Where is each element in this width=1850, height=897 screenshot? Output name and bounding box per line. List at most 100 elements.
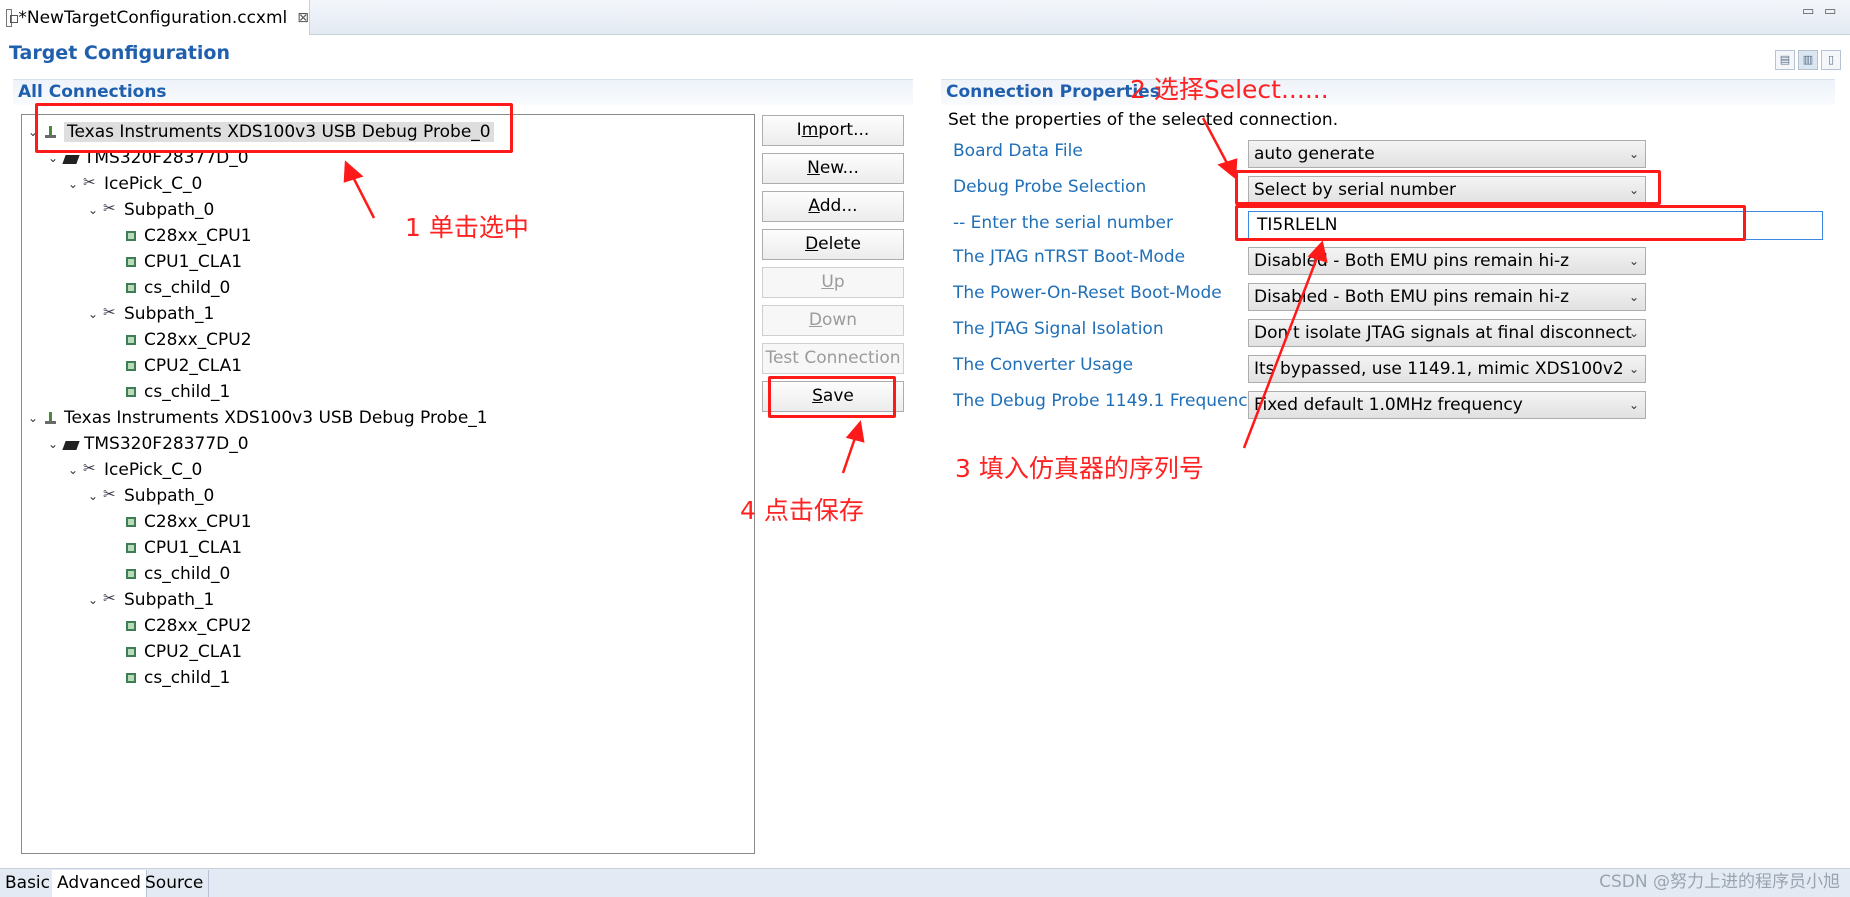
router-icon xyxy=(103,303,118,321)
power-on-reset-select[interactable]: Disabled - Both EMU pins remain hi-z ⌄ xyxy=(1248,283,1646,311)
tree-expand-icon[interactable]: ⌄ xyxy=(66,463,80,477)
debug-probe-selection-label[interactable]: Debug Probe Selection xyxy=(953,177,1146,197)
jtag-ntrst-select[interactable]: Disabled - Both EMU pins remain hi-z ⌄ xyxy=(1248,247,1646,275)
tree-item[interactable]: ⌄ Texas Instruments XDS100v3 USB Debug Pr… xyxy=(26,405,488,431)
tree-item-label: IcePick_C_0 xyxy=(104,174,203,194)
tree-item[interactable]: ⌄ Subpath_1 xyxy=(86,587,214,613)
tree-expand-icon[interactable]: ⌄ xyxy=(86,593,100,607)
tree-item-label: Subpath_1 xyxy=(124,304,215,324)
tree-item-label: cs_child_1 xyxy=(144,382,231,402)
tree-expand-icon[interactable]: ⌄ xyxy=(66,177,80,191)
tree-item[interactable]: C28xx_CPU1 xyxy=(106,223,252,249)
jtag-isolation-label[interactable]: The JTAG Signal Isolation xyxy=(953,319,1164,339)
tree-item[interactable]: cs_child_1 xyxy=(106,379,230,405)
down-button[interactable]: Down xyxy=(762,305,904,336)
arrow-step-4-head xyxy=(845,420,865,443)
serial-number-label[interactable]: -- Enter the serial number xyxy=(953,213,1173,233)
tab-advanced[interactable]: Advanced xyxy=(52,870,147,897)
arrow-step-4 xyxy=(841,434,858,474)
power-on-reset-label[interactable]: The Power-On-Reset Boot-Mode xyxy=(953,283,1222,303)
tree-expand-icon[interactable]: ⌄ xyxy=(86,307,100,321)
chevron-down-icon: ⌄ xyxy=(1628,254,1639,268)
cpu-icon xyxy=(126,257,136,267)
jtag-isolation-select[interactable]: Don't isolate JTAG signals at final disc… xyxy=(1248,319,1646,347)
frequency-label[interactable]: The Debug Probe 1149.1 Frequency xyxy=(953,391,1258,411)
maximize-icon[interactable]: ▭ xyxy=(1824,4,1836,19)
tree-item-label: C28xx_CPU2 xyxy=(144,330,252,350)
editor-tab-bar: *NewTargetConfiguration.ccxml ⊠ ▭ ▭ xyxy=(0,0,1850,35)
tree-expand-icon[interactable]: ⌄ xyxy=(26,411,40,425)
tree-item[interactable]: ⌄ Subpath_0 xyxy=(86,483,214,509)
highlight-serial-number xyxy=(1235,205,1746,241)
properties-description: Set the properties of the selected conne… xyxy=(948,110,1339,130)
import-button[interactable]: Import... xyxy=(762,115,904,146)
test-connection-button[interactable]: Test Connection xyxy=(762,343,904,374)
cpu-icon xyxy=(126,621,136,631)
board-data-file-select[interactable]: auto generate ⌄ xyxy=(1248,140,1646,168)
cpu-icon xyxy=(126,647,136,657)
tree-item-label: Subpath_1 xyxy=(124,590,215,610)
tree-item-label: Subpath_0 xyxy=(124,200,215,220)
layout-vertical-icon[interactable]: ▥ xyxy=(1798,50,1818,70)
highlight-probe-selection xyxy=(1235,170,1661,205)
tab-source[interactable]: Source xyxy=(140,870,210,897)
tree-item[interactable]: ⌄ Subpath_1 xyxy=(86,301,214,327)
up-button[interactable]: Up xyxy=(762,267,904,298)
tree-item[interactable]: cs_child_0 xyxy=(106,561,230,587)
jtag-ntrst-label[interactable]: The JTAG nTRST Boot-Mode xyxy=(953,247,1185,267)
annotation-step-4: 4 点击保存 xyxy=(740,496,864,525)
new-button[interactable]: New... xyxy=(762,153,904,184)
minimize-icon[interactable]: ▭ xyxy=(1802,4,1814,19)
all-connections-header: All Connections xyxy=(13,79,913,105)
layout-single-icon[interactable]: ▯ xyxy=(1821,50,1841,70)
tree-expand-icon[interactable]: ⌄ xyxy=(46,151,60,165)
tree-item[interactable]: ⌄ IcePick_C_0 xyxy=(66,457,202,483)
tree-item[interactable]: ⌄ TMS320F28377D_0 xyxy=(46,431,249,457)
tree-item-label: IcePick_C_0 xyxy=(104,460,203,480)
tree-item-label: CPU1_CLA1 xyxy=(144,252,243,272)
tree-item-label: cs_child_0 xyxy=(144,564,231,584)
board-data-file-label[interactable]: Board Data File xyxy=(953,141,1083,161)
tree-item[interactable]: CPU2_CLA1 xyxy=(106,639,242,665)
cpu-icon xyxy=(126,283,136,293)
tree-item[interactable]: C28xx_CPU1 xyxy=(106,509,252,535)
tree-item-label: CPU2_CLA1 xyxy=(144,356,243,376)
arrow-step-2-head xyxy=(1217,158,1238,180)
tab-basic[interactable]: Basic xyxy=(0,870,57,897)
tree-item[interactable]: C28xx_CPU2 xyxy=(106,327,252,353)
router-icon xyxy=(103,485,118,503)
tree-item[interactable]: cs_child_0 xyxy=(106,275,230,301)
cpu-icon xyxy=(126,335,136,345)
connections-tree[interactable]: ⌄ Texas Instruments XDS100v3 USB Debug Pr… xyxy=(21,114,755,854)
tree-item-label: C28xx_CPU1 xyxy=(144,226,252,246)
tree-item[interactable]: ⌄ IcePick_C_0 xyxy=(66,171,202,197)
cpu-icon xyxy=(126,569,136,579)
tree-item[interactable]: ⌄ Subpath_0 xyxy=(86,197,214,223)
router-icon xyxy=(103,589,118,607)
chevron-down-icon: ⌄ xyxy=(1628,290,1639,304)
chip-icon xyxy=(62,440,80,450)
frequency-select[interactable]: Fixed default 1.0MHz frequency ⌄ xyxy=(1248,391,1646,419)
annotation-step-1: 1 单击选中 xyxy=(405,213,529,242)
tree-item-label: CPU1_CLA1 xyxy=(144,538,243,558)
close-tab-icon[interactable]: ⊠ xyxy=(297,10,309,26)
converter-usage-label[interactable]: The Converter Usage xyxy=(953,355,1133,375)
tree-item[interactable]: CPU1_CLA1 xyxy=(106,535,242,561)
delete-button[interactable]: Delete xyxy=(762,229,904,260)
tree-expand-icon[interactable]: ⌄ xyxy=(86,489,100,503)
tree-expand-icon[interactable]: ⌄ xyxy=(86,203,100,217)
editor-tab[interactable]: *NewTargetConfiguration.ccxml ⊠ xyxy=(0,0,310,35)
tree-item-label: cs_child_1 xyxy=(144,668,231,688)
tree-item-label: Texas Instruments XDS100v3 USB Debug Pro… xyxy=(64,408,488,428)
tree-item[interactable]: CPU2_CLA1 xyxy=(106,353,242,379)
tree-item[interactable]: CPU1_CLA1 xyxy=(106,249,242,275)
tree-item[interactable]: cs_child_1 xyxy=(106,665,230,691)
connection-properties-header: Connection Properties xyxy=(941,79,1835,105)
tree-item[interactable]: C28xx_CPU2 xyxy=(106,613,252,639)
converter-usage-select[interactable]: Its bypassed, use 1149.1, mimic XDS100v2… xyxy=(1248,355,1646,383)
layout-horizontal-icon[interactable]: ▤ xyxy=(1775,50,1795,70)
cpu-icon xyxy=(126,543,136,553)
chevron-down-icon: ⌄ xyxy=(1628,398,1639,412)
add-button[interactable]: Add... xyxy=(762,191,904,222)
tree-expand-icon[interactable]: ⌄ xyxy=(46,437,60,451)
